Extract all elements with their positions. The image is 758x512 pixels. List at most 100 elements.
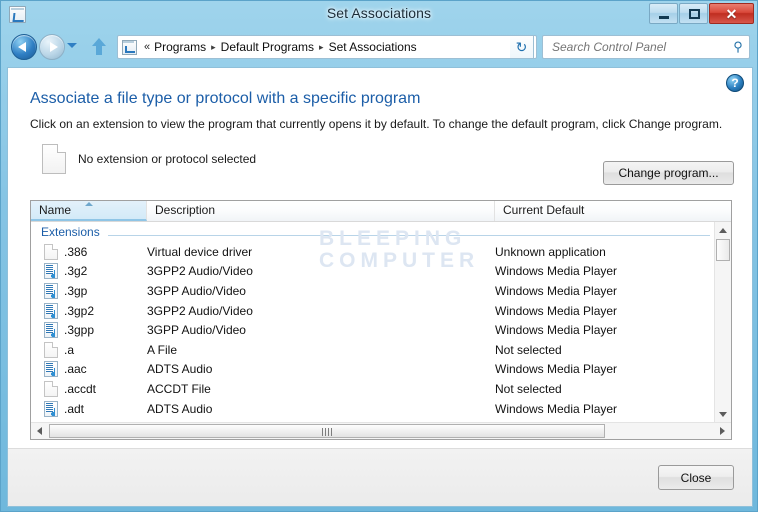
breadcrumb-item-set-associations[interactable]: Set Associations [329,40,417,54]
cell-name: .386 [31,243,147,260]
extension-label: .adt [64,401,85,416]
page-title: Associate a file type or protocol with a… [30,90,421,107]
cell-current-default: Windows Media Player [495,362,618,377]
maximize-button[interactable] [679,3,708,24]
window-title: Set Associations [326,5,432,21]
list-body: Extensions .386 Virtual device driver Unkn… [31,222,714,422]
media-file-icon [44,322,58,339]
search-input[interactable] [550,37,727,57]
media-file-icon [44,361,58,378]
scroll-up-button[interactable] [715,222,731,238]
scroll-down-button[interactable] [715,406,731,422]
close-icon: ✕ [725,6,738,22]
refresh-button[interactable]: ↻ [510,35,534,59]
table-row[interactable]: .3g2 3GPP2 Audio/Video Windows Media Playe… [31,262,714,282]
address-bar-control-panel-icon [122,39,137,55]
up-button[interactable] [91,38,107,56]
title-bar: Set Associations ✕ [1,1,757,29]
back-arrow-icon [18,42,26,52]
blank-document-icon [42,144,66,174]
column-header-name-label: Name [39,203,72,217]
cell-description: 3GPP Audio/Video [147,283,246,298]
breadcrumb-separator-1[interactable]: ▸ [206,42,221,53]
cell-description: ADTS Audio [147,401,213,416]
window-controls: ✕ [649,3,754,24]
search-box[interactable]: ⚲ [542,35,750,59]
column-header-current-default[interactable]: Current Default [495,201,731,221]
vertical-scroll-thumb[interactable] [716,239,730,261]
media-file-icon [44,302,58,319]
cell-current-default: Windows Media Player [495,264,618,279]
cell-description: 3GPP2 Audio/Video [147,303,253,318]
cell-current-default: Windows Media Player [495,303,618,318]
table-row[interactable]: .3gpp 3GPP Audio/Video Windows Media Playe… [31,320,714,340]
cell-description: 3GPP2 Audio/Video [147,264,253,279]
refresh-icon: ↻ [515,39,528,55]
cell-name: .a [31,341,147,358]
extension-label: .aac [64,362,87,377]
column-header-current-default-label: Current Default [503,203,585,217]
media-file-icon [44,400,58,417]
media-file-icon [44,263,58,280]
extension-label: .3gp2 [64,303,95,318]
blank-document-icon [44,341,58,358]
cell-current-default: Unknown application [495,244,606,259]
change-program-button[interactable]: Change program... [603,161,734,185]
cell-name: .adt [31,400,147,417]
column-header-description-label: Description [155,203,216,217]
cell-description: ADTS Audio [147,362,213,377]
breadcrumb-overflow-chevron[interactable]: « [140,41,154,53]
cell-name: .3gp [31,282,147,299]
cell-description: ACCDT File [147,381,211,396]
cell-name: .3gpp [31,322,147,339]
table-row[interactable]: .3gp2 3GPP2 Audio/Video Windows Media Play… [31,301,714,321]
cell-name: .3g2 [31,263,147,280]
list-header: Name Description Current Default [31,201,731,222]
list-vertical-scrollbar[interactable] [714,222,731,422]
group-header-extensions: Extensions [31,222,714,242]
cell-current-default: Not selected [495,342,562,357]
blank-document-icon [44,243,58,260]
maximize-icon [689,9,700,19]
cell-description: A File [147,342,178,357]
minimize-icon [659,16,669,19]
minimize-button[interactable] [649,3,678,24]
column-header-description[interactable]: Description [147,201,495,221]
table-row[interactable]: .adt ADTS Audio Windows Media Player [31,399,714,419]
cell-current-default: Windows Media Player [495,323,618,338]
breadcrumb-item-default-programs[interactable]: Default Programs [221,40,314,54]
list-horizontal-scrollbar[interactable] [31,422,731,439]
address-bar[interactable]: « Programs ▸ Default Programs ▸ Set Asso… [117,35,537,59]
close-button[interactable]: Close [658,465,734,490]
forward-arrow-icon [50,42,58,52]
navigation-bar: « Programs ▸ Default Programs ▸ Set Asso… [1,29,757,65]
scroll-left-button[interactable] [31,423,47,439]
table-row[interactable]: .accdt ACCDT File Not selected [31,379,714,399]
close-window-button[interactable]: ✕ [709,3,754,24]
help-icon[interactable]: ? [726,74,744,92]
forward-button[interactable] [39,34,65,60]
recent-pages-dropdown[interactable] [67,43,77,48]
scroll-right-button[interactable] [715,423,731,439]
cell-name: .aac [31,361,147,378]
extension-label: .3g2 [64,264,88,279]
group-header-label: Extensions [41,225,108,239]
cell-description: 3GPP Audio/Video [147,323,246,338]
current-selection: No extension or protocol selected [42,144,256,174]
extension-label: .accdt [64,381,97,396]
breadcrumb-separator-2[interactable]: ▸ [314,42,329,53]
extension-label: .386 [64,244,88,259]
table-row[interactable]: .a A File Not selected [31,340,714,360]
cell-name: .3gp2 [31,302,147,319]
page-description: Click on an extension to view the progra… [30,117,723,131]
sort-ascending-icon [84,202,93,206]
column-header-name[interactable]: Name [31,201,147,221]
table-row[interactable]: .aac ADTS Audio Windows Media Player [31,360,714,380]
search-icon: ⚲ [733,39,743,54]
table-row[interactable]: .3gp 3GPP Audio/Video Windows Media Player [31,281,714,301]
breadcrumb-item-programs[interactable]: Programs [154,40,206,54]
horizontal-scroll-thumb[interactable] [49,424,605,438]
back-button[interactable] [11,34,37,60]
cell-description: Virtual device driver [147,244,253,259]
table-row[interactable]: .386 Virtual device driver Unknown applica… [31,242,714,262]
